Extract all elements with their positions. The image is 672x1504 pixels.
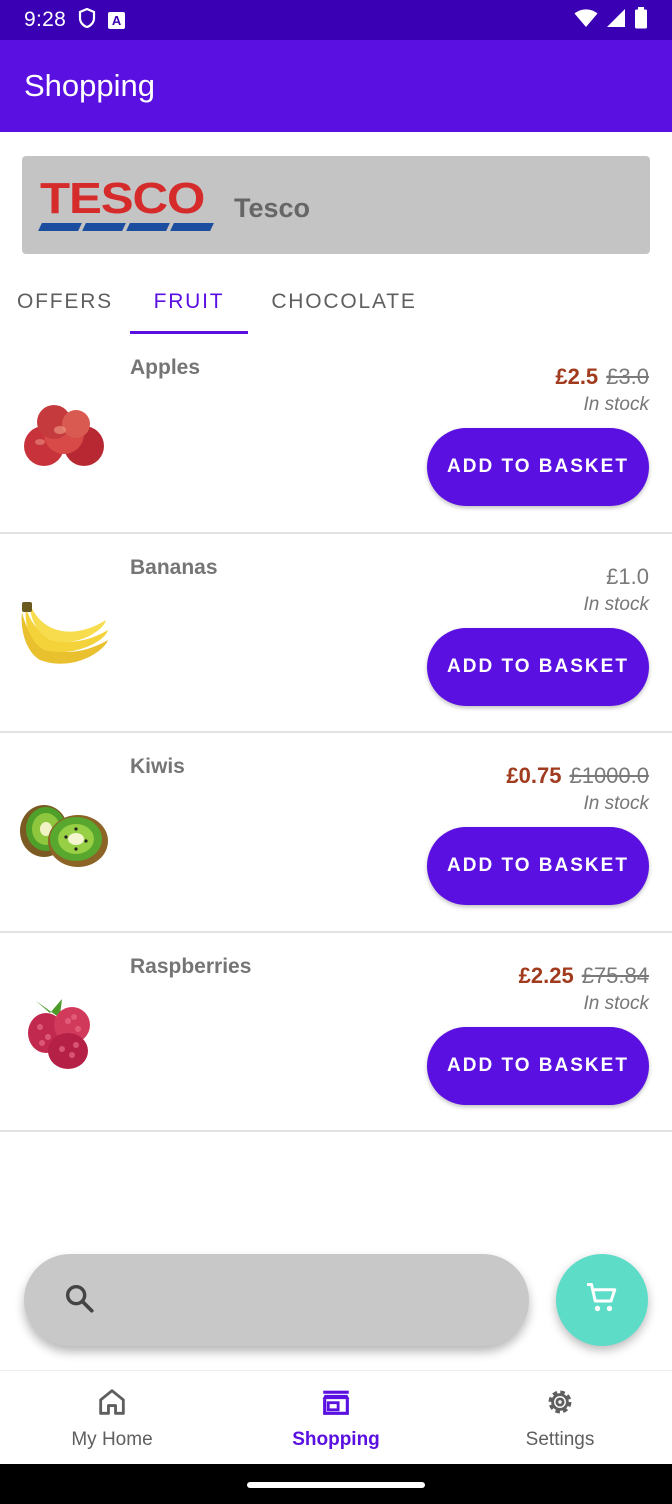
notification-a-icon: A xyxy=(108,11,126,29)
store-logo-stripes xyxy=(38,223,214,231)
wifi-icon xyxy=(574,8,598,33)
apples-image xyxy=(16,394,112,474)
original-price: £75.84 xyxy=(581,962,649,988)
sale-price: £2.25 xyxy=(518,962,574,988)
nav-label: Settings xyxy=(525,1428,595,1450)
cell-signal-icon xyxy=(606,8,626,33)
product-row-bananas[interactable]: Bananas £1.0 In stock ADD TO BASKET xyxy=(0,534,672,733)
notification-letter: A xyxy=(111,12,122,28)
original-price: £3.0 xyxy=(606,364,649,389)
stock-status: In stock xyxy=(583,593,649,615)
cart-icon xyxy=(584,1280,620,1321)
store-icon xyxy=(319,1385,353,1425)
app-bar: Shopping xyxy=(0,40,672,132)
price: £1.0 xyxy=(606,563,649,589)
nav-item-settings[interactable]: Settings xyxy=(448,1371,672,1464)
status-left-icons: A xyxy=(78,7,126,33)
price-line: £1.0 xyxy=(606,564,649,590)
system-navigation-bar xyxy=(0,1464,672,1504)
add-to-basket-button[interactable]: ADD TO BASKET xyxy=(427,627,649,706)
search-icon[interactable] xyxy=(62,1281,96,1320)
raspberries-image xyxy=(16,993,112,1073)
nav-label: My Home xyxy=(71,1428,153,1450)
page-title: Shopping xyxy=(24,68,156,103)
home-gesture-handle[interactable] xyxy=(247,1482,425,1488)
shield-icon xyxy=(78,7,96,33)
tab-chocolate[interactable]: CHOCOLATE xyxy=(248,270,440,334)
add-to-basket-button[interactable]: ADD TO BASKET xyxy=(427,428,649,506)
store-logo: TESCO xyxy=(38,177,218,233)
status-time: 9:28 xyxy=(24,8,67,31)
add-to-basket-button[interactable]: ADD TO BASKET xyxy=(427,827,649,905)
store-header[interactable]: TESCO Tesco xyxy=(22,156,650,254)
cart-button[interactable] xyxy=(556,1254,648,1346)
nav-item-shopping[interactable]: Shopping xyxy=(224,1371,448,1464)
product-row-kiwis[interactable]: Kiwis £0.75 £1000.0 In stock ADD TO BASK… xyxy=(0,733,672,933)
status-bar: 9:28 A xyxy=(0,0,672,40)
nav-item-my-home[interactable]: My Home xyxy=(0,1371,224,1464)
stock-status: In stock xyxy=(583,793,649,814)
original-price: £1000.0 xyxy=(569,763,649,788)
add-to-basket-button[interactable]: ADD TO BASKET xyxy=(427,1026,649,1105)
gear-icon xyxy=(543,1385,577,1425)
product-name: Kiwis xyxy=(130,755,185,778)
search-input[interactable] xyxy=(110,1287,490,1313)
tab-offers[interactable]: OFFERS xyxy=(0,270,130,334)
search-bar[interactable] xyxy=(24,1254,529,1346)
sale-price: £2.5 xyxy=(555,364,599,389)
kiwis-image xyxy=(16,793,112,873)
product-list: Apples £2.5 £3.0 In stock ADD TO BASKET … xyxy=(0,334,672,1132)
price-line: £2.25 £75.84 xyxy=(519,963,649,989)
product-name: Bananas xyxy=(130,555,218,579)
stock-status: In stock xyxy=(583,394,649,415)
battery-icon xyxy=(634,6,648,34)
product-name: Raspberries xyxy=(130,954,252,978)
bananas-image xyxy=(16,594,112,674)
store-logo-text: TESCO xyxy=(40,174,205,223)
home-icon xyxy=(95,1385,129,1425)
price-line: £2.5 £3.0 xyxy=(555,364,649,390)
stock-status: In stock xyxy=(583,992,649,1014)
product-name: Apples xyxy=(130,356,201,379)
product-row-apples[interactable]: Apples £2.5 £3.0 In stock ADD TO BASKET xyxy=(0,334,672,534)
product-row-raspberries[interactable]: Raspberries £2.25 £75.84 In stock ADD TO… xyxy=(0,933,672,1132)
nav-label: Shopping xyxy=(292,1428,380,1450)
sale-price: £0.75 xyxy=(506,763,562,788)
price-line: £0.75 £1000.0 xyxy=(506,763,649,789)
bottom-navigation: My Home Shopping Settings xyxy=(0,1370,672,1464)
store-name: Tesco xyxy=(234,192,311,223)
category-tabs: OFFERS FRUIT CHOCOLATE xyxy=(0,270,672,334)
status-right-icons xyxy=(574,6,648,34)
tab-fruit[interactable]: FRUIT xyxy=(130,270,248,334)
